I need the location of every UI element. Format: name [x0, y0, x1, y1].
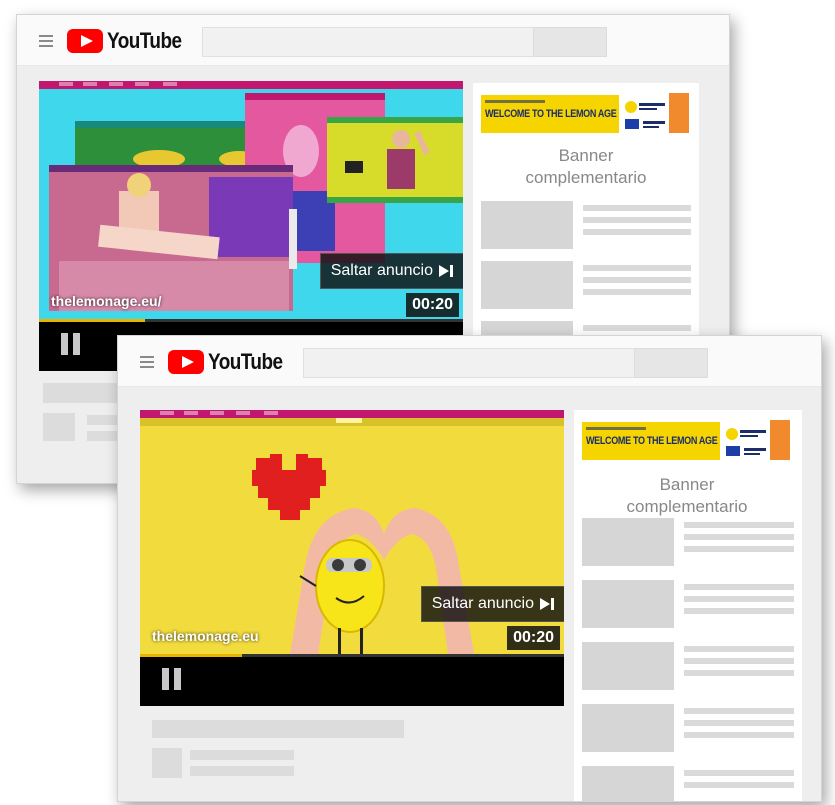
youtube-window-2: YouTube Saltar anuncio thelemonage.eu 00… [117, 335, 822, 802]
top-bar: YouTube [118, 336, 821, 387]
skip-ad-button[interactable]: Saltar anuncio [420, 586, 564, 622]
companion-ad[interactable]: WELCOME TO THE LEMON AGE [481, 93, 691, 137]
channel-name-placeholder [190, 750, 294, 760]
eu-logos-icon [726, 428, 766, 456]
player-controls [140, 654, 564, 706]
progress-fill [39, 319, 145, 322]
right-sidebar: WELCOME TO THE LEMON AGE Banner compleme… [574, 410, 802, 801]
top-bar: YouTube [17, 15, 729, 66]
ad-url-overlay[interactable]: thelemonage.eu [152, 628, 259, 644]
skip-ad-label: Saltar anuncio [431, 595, 534, 612]
banner-label-line1: Banner [558, 146, 614, 165]
search-input[interactable] [202, 27, 534, 57]
youtube-wordmark[interactable]: YouTube [208, 349, 283, 375]
pause-icon[interactable] [61, 333, 83, 355]
recommendation-item[interactable] [582, 518, 797, 566]
recommendation-item[interactable] [582, 642, 797, 690]
ad-headline: WELCOME TO THE LEMON AGE [485, 108, 617, 120]
skip-ad-label: Saltar anuncio [330, 262, 433, 279]
companion-ad[interactable]: WELCOME TO THE LEMON AGE [582, 420, 792, 464]
ad-url-overlay[interactable]: thelemonage.eu/ [51, 293, 161, 309]
recommendation-item[interactable] [582, 580, 797, 628]
video-player[interactable]: Saltar anuncio thelemonage.eu/ 00:20 [39, 81, 463, 371]
recommendation-item[interactable] [582, 704, 797, 752]
channel-meta-placeholder [190, 766, 294, 776]
ad-timer: 00:20 [406, 293, 459, 317]
recommendation-item[interactable] [481, 261, 696, 309]
search-button[interactable] [533, 27, 607, 57]
video-player[interactable]: Saltar anuncio thelemonage.eu 00:20 [140, 410, 564, 706]
banner-label: Banner complementario [473, 145, 699, 189]
skip-next-icon [540, 598, 554, 610]
youtube-play-icon[interactable] [168, 350, 204, 374]
youtube-play-icon[interactable] [67, 29, 103, 53]
eu-logos-icon [625, 101, 665, 129]
video-menubar [140, 410, 564, 418]
progress-bar[interactable] [140, 654, 564, 657]
ad-orange-panel [770, 420, 790, 460]
skip-ad-button[interactable]: Saltar anuncio [319, 253, 463, 289]
skip-next-icon [439, 265, 453, 277]
ad-headline: WELCOME TO THE LEMON AGE [586, 435, 718, 447]
progress-fill [140, 654, 242, 657]
title-placeholder [152, 720, 404, 738]
youtube-wordmark[interactable]: YouTube [107, 28, 182, 54]
ad-timer: 00:20 [507, 626, 560, 650]
recommendation-item[interactable] [481, 201, 696, 249]
banner-label-line2: complementario [525, 168, 647, 187]
banner-label: Banner complementario [574, 474, 800, 518]
video-menubar [39, 81, 463, 89]
ad-yellow-panel: WELCOME TO THE LEMON AGE [481, 95, 619, 133]
hamburger-icon[interactable] [39, 35, 53, 47]
pause-icon[interactable] [162, 668, 184, 690]
ad-yellow-panel: WELCOME TO THE LEMON AGE [582, 422, 720, 460]
channel-avatar-placeholder [43, 413, 75, 441]
recommendation-item[interactable] [582, 766, 797, 801]
channel-avatar-placeholder [152, 748, 182, 778]
banner-label-line2: complementario [626, 497, 748, 516]
banner-label-line1: Banner [659, 475, 715, 494]
hamburger-icon[interactable] [140, 356, 154, 368]
progress-bar[interactable] [39, 319, 463, 322]
search-input[interactable] [303, 348, 635, 378]
search-button[interactable] [634, 348, 708, 378]
ad-orange-panel [669, 93, 689, 133]
